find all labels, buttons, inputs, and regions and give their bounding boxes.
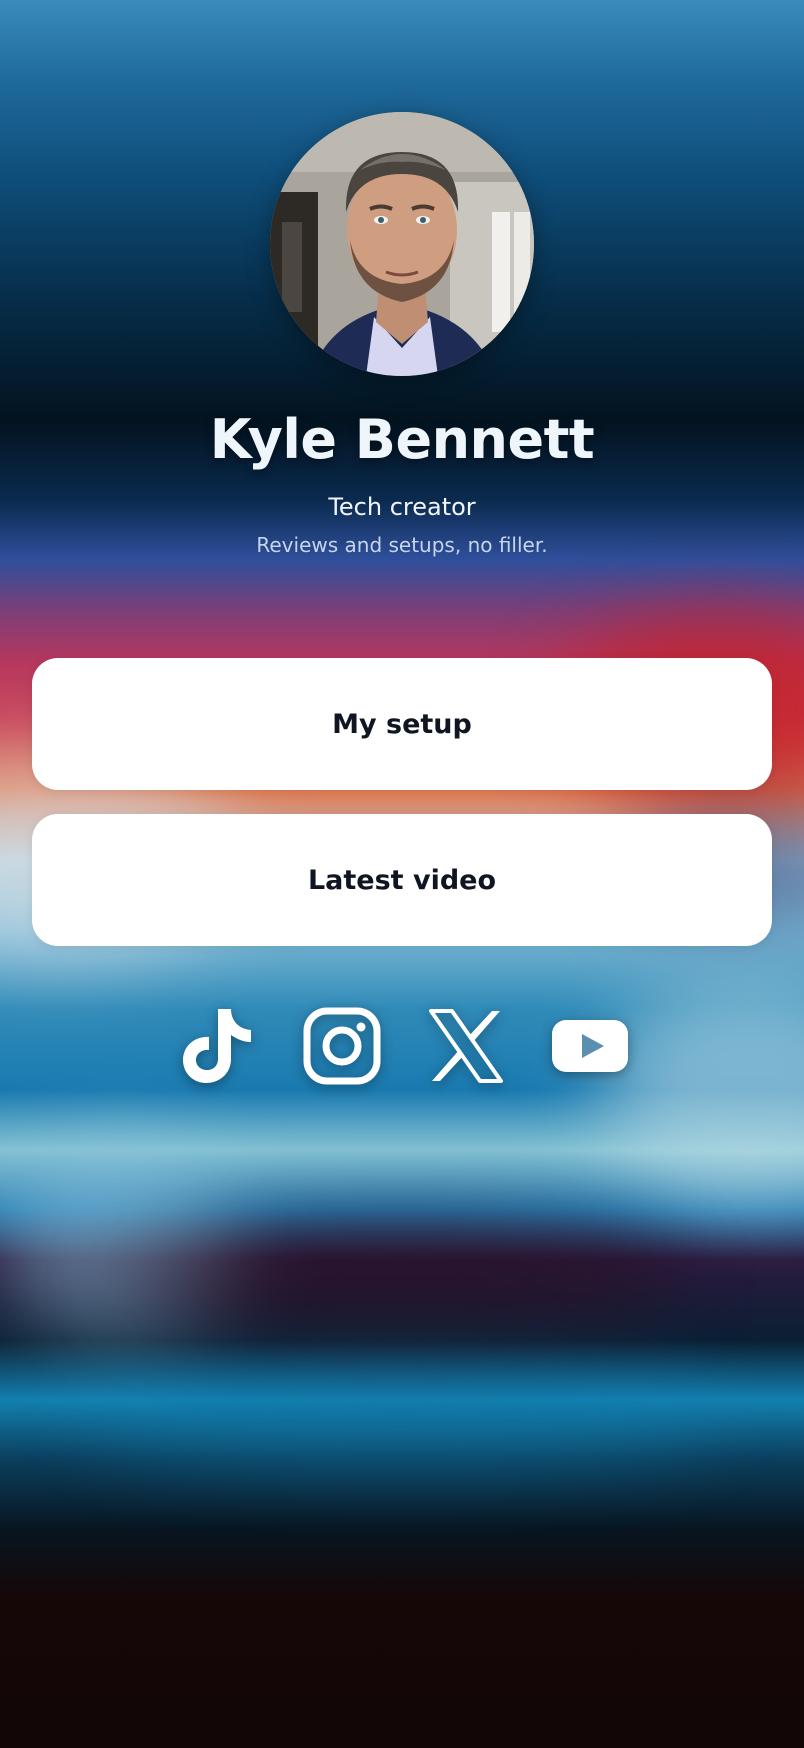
profile-page: Kyle Bennett Tech creator Reviews and se… [0,0,804,1748]
instagram-link[interactable] [300,1004,384,1088]
profile-bio: Reviews and setups, no filler. [256,533,548,557]
my-setup-button[interactable]: My setup [32,658,772,790]
x-icon [429,1009,503,1083]
youtube-link[interactable] [548,1004,632,1088]
tiktok-link[interactable] [176,1004,260,1088]
profile-name: Kyle Bennett [209,408,595,471]
latest-video-button[interactable]: Latest video [32,814,772,946]
x-link[interactable] [424,1004,508,1088]
profile-role: Tech creator [328,493,476,521]
instagram-icon [303,1007,381,1085]
tiktok-icon [183,1009,251,1083]
social-links [176,1004,628,1088]
avatar [270,112,534,376]
youtube-icon [552,1020,628,1072]
